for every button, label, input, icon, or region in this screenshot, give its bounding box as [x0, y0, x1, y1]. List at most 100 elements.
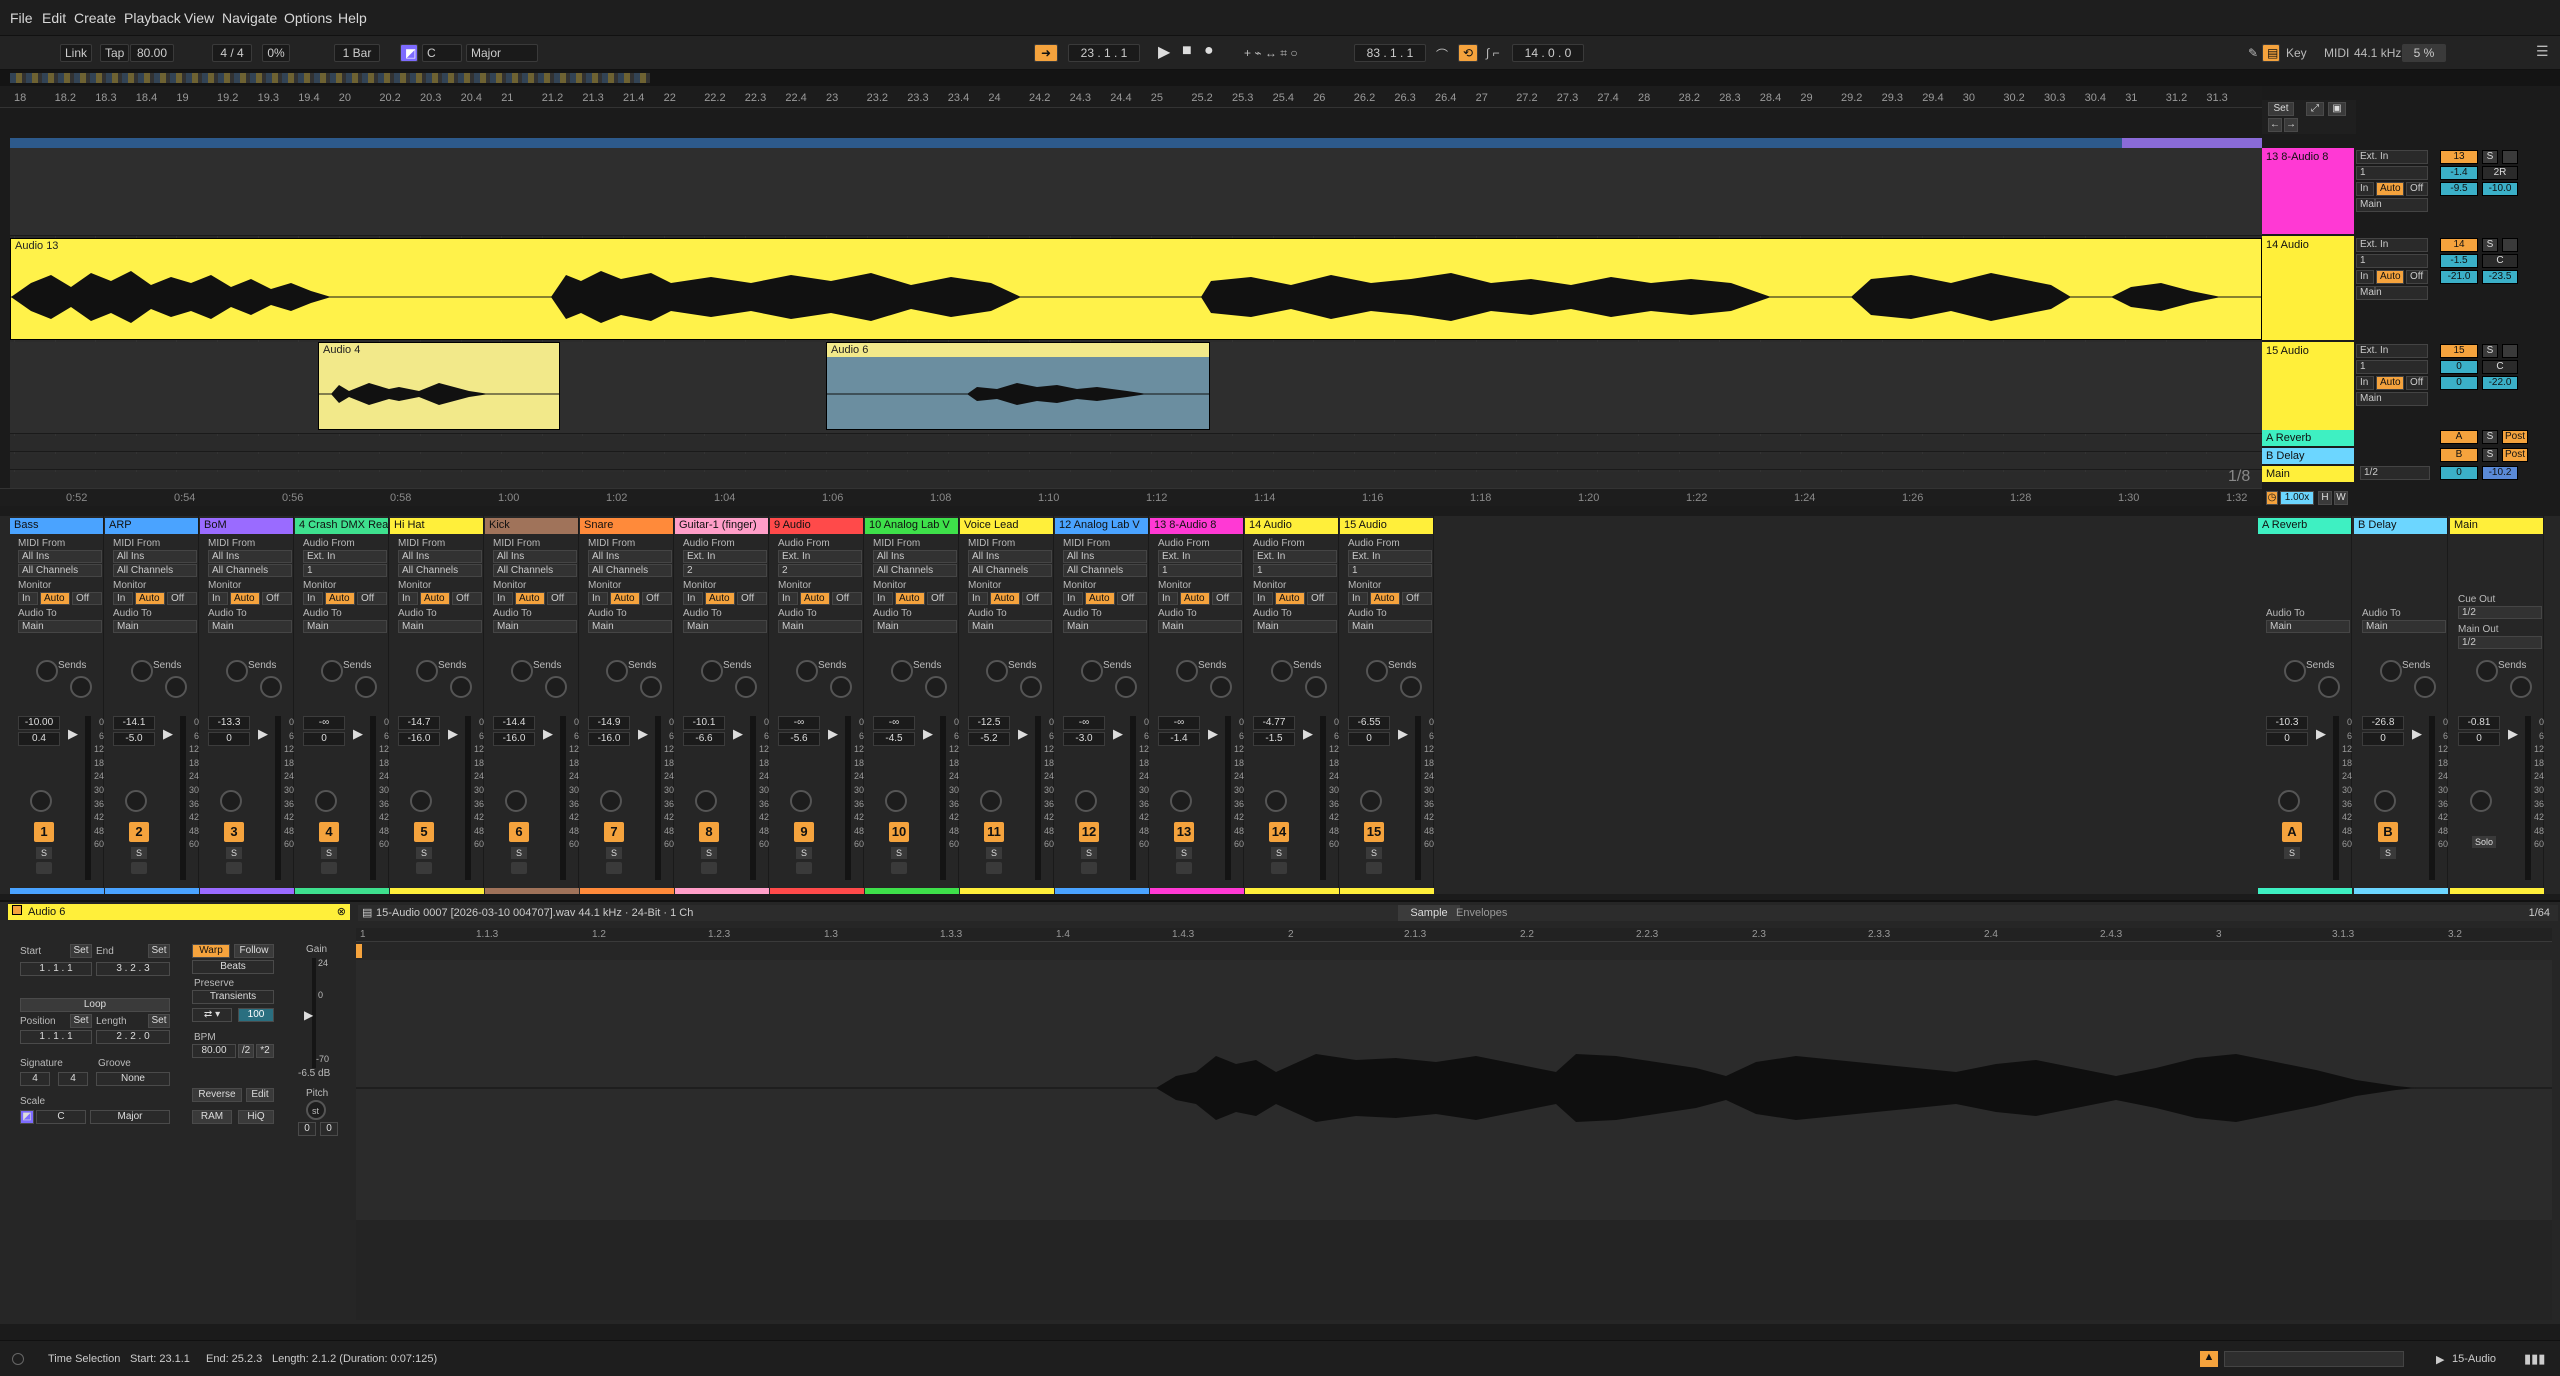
input-source-dropdown[interactable]: Ext. In	[683, 550, 767, 563]
monitor-auto-button[interactable]: Auto	[230, 592, 260, 605]
clip-audio-6[interactable]: Audio 6	[826, 342, 1210, 430]
volume-fader-handle[interactable]: ▶	[1208, 726, 1218, 742]
warp-mode-dropdown[interactable]: Beats	[192, 960, 274, 974]
track-header[interactable]: 13 8-Audio 8	[2262, 148, 2354, 234]
send-b[interactable]: -10.0	[2482, 182, 2518, 196]
volume-fader-handle[interactable]: ▶	[1018, 726, 1028, 742]
strip-name[interactable]: Main	[2450, 518, 2543, 534]
w-button[interactable]: W	[2334, 491, 2348, 505]
input-source-dropdown[interactable]: All Ins	[493, 550, 577, 563]
strip-name[interactable]: 13 8-Audio 8	[1150, 518, 1243, 534]
menu-icon[interactable]: ☰	[2536, 43, 2549, 60]
monitor-off-button[interactable]: Off	[2406, 376, 2428, 390]
output-dropdown[interactable]: Main	[2356, 286, 2428, 300]
clip-scale-icon[interactable]: ◩	[20, 1110, 34, 1124]
output-dropdown[interactable]: Main	[113, 620, 197, 633]
output-dropdown[interactable]: Main	[778, 620, 862, 633]
pan-field[interactable]: -16.0	[588, 732, 630, 746]
return-post[interactable]: Post	[2502, 448, 2528, 462]
status-indicator-icon[interactable]	[12, 1353, 24, 1365]
monitor-auto-button[interactable]: Auto	[1085, 592, 1115, 605]
track-activator[interactable]: 15	[1364, 822, 1384, 842]
preserve-dropdown[interactable]: Transients	[192, 990, 274, 1004]
arm-button[interactable]	[1366, 862, 1382, 874]
beat-ruler[interactable]: 18 18.2 18.3 18.4 19 19.2 19.3 19.4 20 20.2 20.3 20…	[0, 86, 2262, 108]
send-b-knob[interactable]	[830, 676, 852, 698]
solo-button[interactable]: S	[511, 847, 527, 859]
loop-length-field[interactable]: 14 . 0 . 0	[1512, 44, 1584, 62]
solo-button[interactable]: S	[796, 847, 812, 859]
input-channel-dropdown[interactable]: 2	[778, 564, 862, 577]
monitor-in-button[interactable]: In	[398, 592, 418, 605]
key-map-label[interactable]: Key	[2286, 46, 2307, 60]
key-dropdown[interactable]: C	[422, 44, 462, 62]
arm-button[interactable]	[606, 862, 622, 874]
arrangement-overview[interactable]	[0, 70, 2560, 86]
solo-button[interactable]: S	[2284, 847, 2300, 859]
h-button[interactable]: H	[2318, 491, 2332, 505]
monitor-in-button[interactable]: In	[2356, 270, 2374, 284]
follow-icon[interactable]: ➜	[1034, 44, 1058, 62]
send-a-knob[interactable]	[131, 660, 153, 682]
reverse-button[interactable]: Reverse	[192, 1088, 242, 1102]
arm-button[interactable]	[511, 862, 527, 874]
key-map-icon[interactable]: ▤	[2262, 44, 2280, 62]
monitor-in-button[interactable]: In	[968, 592, 988, 605]
volume-field[interactable]: -∞	[303, 716, 345, 730]
solo-button[interactable]: S	[36, 847, 52, 859]
scale-mode-icon[interactable]: ◩	[400, 44, 418, 62]
track-activator[interactable]: 10	[889, 822, 909, 842]
lane-a-reverb[interactable]	[10, 436, 2262, 452]
send-a-knob[interactable]	[891, 660, 913, 682]
input-source-dropdown[interactable]: Ext. In	[1158, 550, 1242, 563]
loop-brace-end[interactable]	[2122, 138, 2262, 148]
monitor-off-button[interactable]: Off	[1307, 592, 1337, 605]
output-dropdown[interactable]: Main	[493, 620, 577, 633]
send-a-knob[interactable]	[701, 660, 723, 682]
track-pan[interactable]: 2R	[2482, 166, 2518, 180]
pan-field[interactable]: -1.5	[1253, 732, 1295, 746]
start-field[interactable]: 1 . 1 . 1	[20, 962, 92, 976]
send-b-knob[interactable]	[260, 676, 282, 698]
transpose-field[interactable]: 0	[298, 1122, 316, 1136]
solo-button[interactable]: S	[321, 847, 337, 859]
arm-button[interactable]	[226, 862, 242, 874]
track-activator[interactable]: 14	[2440, 238, 2478, 252]
menu-view[interactable]: View	[184, 10, 214, 26]
send-b-knob[interactable]	[1115, 676, 1137, 698]
track-pan[interactable]: C	[2482, 360, 2518, 374]
input-channel-dropdown[interactable]: All Channels	[18, 564, 102, 577]
send-b-knob[interactable]	[165, 676, 187, 698]
loop-brace[interactable]	[10, 138, 2262, 148]
loop-start-field[interactable]: 83 . 1 . 1	[1354, 44, 1426, 62]
strip-name[interactable]: B Delay	[2354, 518, 2447, 534]
monitor-off-button[interactable]: Off	[1022, 592, 1052, 605]
volume-field[interactable]: -10.3	[2266, 716, 2308, 730]
input-source-dropdown[interactable]: All Ins	[1063, 550, 1147, 563]
track-activator[interactable]: 14	[1269, 822, 1289, 842]
volume-field[interactable]: -∞	[778, 716, 820, 730]
link-button[interactable]: Link	[60, 44, 93, 62]
input-channel-dropdown[interactable]: All Channels	[1063, 564, 1147, 577]
track-activator[interactable]: 3	[224, 822, 244, 842]
hiq-button[interactable]: HiQ	[238, 1110, 274, 1124]
return-header[interactable]: A Reverb	[2262, 430, 2354, 446]
monitor-off-button[interactable]: Off	[167, 592, 197, 605]
return-solo[interactable]: S	[2482, 430, 2498, 444]
strip-name[interactable]: 14 Audio	[1245, 518, 1338, 534]
volume-fader-handle[interactable]: ▶	[733, 726, 743, 742]
monitor-in-button[interactable]: In	[778, 592, 798, 605]
solo-button[interactable]: S	[1271, 847, 1287, 859]
arm-button[interactable]	[2502, 150, 2518, 164]
pan-field[interactable]: -16.0	[398, 732, 440, 746]
monitor-off-button[interactable]: Off	[262, 592, 292, 605]
volume-field[interactable]: -6.55	[1348, 716, 1390, 730]
monitor-off-button[interactable]: Off	[642, 592, 672, 605]
monitor-off-button[interactable]: Off	[1117, 592, 1147, 605]
meter-icon[interactable]: ▮▮▮	[2524, 1351, 2545, 1367]
volume-field[interactable]: -10.1	[683, 716, 725, 730]
pan-knob[interactable]	[980, 790, 1002, 812]
volume-fader-handle[interactable]: ▶	[353, 726, 363, 742]
track-volume[interactable]: -1.5	[2440, 254, 2478, 268]
send-a-knob[interactable]	[511, 660, 533, 682]
